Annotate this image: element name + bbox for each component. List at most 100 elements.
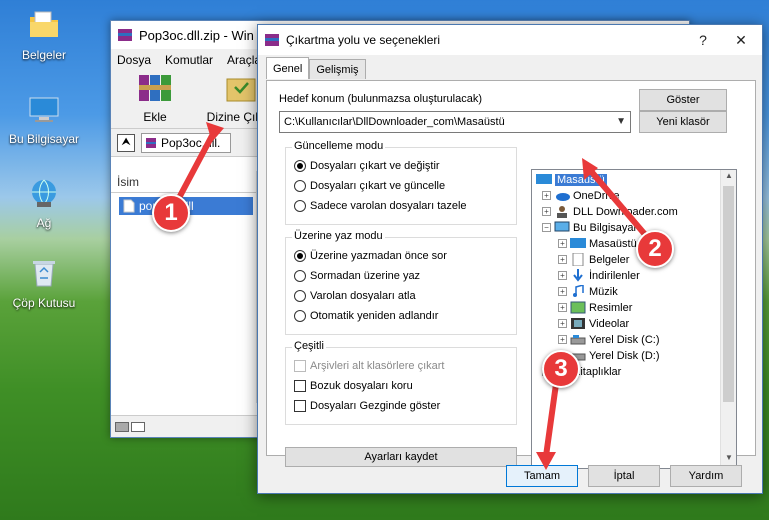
update-mode-title: Güncelleme modu: [292, 140, 386, 152]
address-value: Pop3oc.dll.: [161, 135, 221, 150]
tree-node-onedrive[interactable]: + OneDrive: [542, 189, 619, 202]
overwrite-option-ask[interactable]: Üzerine yazmadan önce sor: [294, 250, 447, 262]
ok-button[interactable]: Tamam: [506, 465, 578, 487]
save-settings-button[interactable]: Ayarları kaydet: [285, 447, 517, 467]
tree-node-label: Yerel Disk (C:): [589, 333, 660, 346]
option-label: Varolan dosyaları atla: [310, 290, 416, 302]
radio-button[interactable]: [294, 180, 306, 192]
tree-node-videos[interactable]: + Videolar: [558, 317, 629, 330]
radio-button[interactable]: [294, 250, 306, 262]
collapse-icon[interactable]: −: [542, 223, 551, 232]
desktop-icon-this-pc[interactable]: Bu Bilgisayar: [6, 92, 82, 146]
computer-icon: [554, 221, 570, 232]
address-field[interactable]: Pop3oc.dll.: [141, 132, 231, 153]
update-option-replace[interactable]: Dosyaları çıkart ve değiştir: [294, 160, 440, 172]
callout-2: 2: [636, 230, 674, 268]
column-header-name[interactable]: İsim: [111, 171, 256, 193]
tree-node-downloads[interactable]: + İndirilenler: [558, 269, 640, 282]
scroll-up-icon[interactable]: ▲: [721, 171, 736, 185]
checkbox[interactable]: [294, 400, 306, 412]
picture-icon: [570, 301, 586, 314]
misc-option-show-explorer[interactable]: Dosyaları Gezginde göster: [294, 400, 440, 412]
tree-node-pictures[interactable]: + Resimler: [558, 301, 632, 314]
expand-icon[interactable]: +: [542, 191, 551, 200]
overwrite-mode-title: Üzerine yaz modu: [292, 230, 385, 242]
document-icon: [572, 253, 584, 266]
add-button[interactable]: Ekle: [123, 71, 187, 124]
tab-advanced[interactable]: Gelişmiş: [309, 59, 366, 79]
tree-scrollbar[interactable]: ▲ ▼: [720, 170, 736, 468]
radio-button[interactable]: [294, 310, 306, 322]
scroll-thumb[interactable]: [723, 186, 734, 402]
cancel-button[interactable]: İptal: [588, 465, 660, 487]
tree-node-label: Masaüstü: [555, 173, 607, 186]
radio-button[interactable]: [294, 270, 306, 282]
overwrite-option-rename[interactable]: Otomatik yeniden adlandır: [294, 310, 438, 322]
download-arrow-icon: [573, 269, 583, 282]
expand-icon[interactable]: +: [558, 255, 567, 264]
desktop-icon-network[interactable]: Ağ: [6, 176, 82, 230]
target-path-combobox[interactable]: C:\Kullanıcılar\DllDownloader_com\Masaüs…: [279, 111, 631, 133]
overwrite-mode-group: Üzerine yaz modu Üzerine yazmadan önce s…: [285, 230, 517, 335]
checkbox[interactable]: [294, 380, 306, 392]
update-option-update[interactable]: Dosyaları çıkart ve güncelle: [294, 180, 445, 192]
tree-node-pc-desktop[interactable]: + Masaüstü: [558, 237, 637, 250]
option-label: Sormadan üzerine yaz: [310, 270, 421, 282]
radio-button[interactable]: [294, 160, 306, 172]
overwrite-option-overwrite[interactable]: Sormadan üzerine yaz: [294, 270, 420, 282]
checkbox[interactable]: [294, 360, 306, 372]
tab-general[interactable]: Genel: [266, 57, 310, 79]
chevron-down-icon[interactable]: ▼: [616, 116, 626, 127]
desktop-icon-label: Ağ: [36, 216, 52, 230]
tree-node-desktop[interactable]: Masaüstü: [536, 173, 607, 186]
winrar-icon: [118, 29, 132, 41]
radio-button[interactable]: [294, 290, 306, 302]
misc-title: Çeşitli: [292, 340, 326, 352]
tree-node-this-pc[interactable]: − Bu Bilgisayar: [542, 221, 637, 234]
menu-item-tools[interactable]: Araçla: [227, 53, 261, 67]
tree-node-label: OneDrive: [573, 189, 620, 202]
tree-node-user[interactable]: + DLL Downloader.com: [542, 205, 678, 218]
tree-node-label: DLL Downloader.com: [573, 205, 678, 218]
radio-button[interactable]: [294, 200, 306, 212]
menu-item-file[interactable]: Dosya: [117, 53, 151, 67]
folder-tree[interactable]: Masaüstü + OneDrive + DLL Downloader.com…: [531, 169, 737, 469]
target-path-value: C:\Kullanıcılar\DllDownloader_com\Masaüs…: [284, 116, 505, 128]
expand-icon[interactable]: +: [558, 287, 567, 296]
menu-item-commands[interactable]: Komutlar: [165, 53, 213, 67]
recycle-bin-icon: [33, 261, 55, 287]
callout-3: 3: [542, 350, 580, 388]
computer-icon: [29, 97, 59, 122]
desktop-icon-documents[interactable]: Belgeler: [6, 8, 82, 62]
expand-icon[interactable]: +: [558, 271, 567, 280]
expand-icon[interactable]: +: [558, 303, 567, 312]
dialog-titlebar[interactable]: Çıkartma yolu ve seçenekleri ? ✕: [258, 25, 762, 55]
show-button[interactable]: Göster: [639, 89, 727, 111]
option-label: Dosyaları çıkart ve güncelle: [310, 180, 446, 192]
desktop-icon-label: Çöp Kutusu: [12, 296, 76, 310]
expand-icon[interactable]: +: [558, 239, 567, 248]
new-folder-button[interactable]: Yeni klasör: [639, 111, 727, 133]
up-folder-icon[interactable]: ⮝: [117, 133, 135, 152]
desktop-icon-recycle-bin[interactable]: Çöp Kutusu: [6, 256, 82, 310]
overwrite-option-skip[interactable]: Varolan dosyaları atla: [294, 290, 416, 302]
option-label: Bozuk dosyaları koru: [310, 380, 413, 392]
help-question-icon[interactable]: ?: [684, 25, 722, 55]
tree-node-drive-c[interactable]: + Yerel Disk (C:): [558, 333, 660, 346]
expand-icon[interactable]: +: [558, 335, 567, 344]
key-icon: [131, 421, 145, 432]
option-label: Dosyaları çıkart ve değiştir: [310, 160, 440, 172]
general-tab-panel: Hedef konum (bulunmazsa oluşturulacak) C…: [266, 80, 756, 469]
help-button[interactable]: Yardım: [670, 465, 742, 487]
misc-option-keep-broken[interactable]: Bozuk dosyaları koru: [294, 380, 413, 392]
close-icon[interactable]: ✕: [722, 25, 760, 55]
expand-icon[interactable]: +: [558, 319, 567, 328]
tree-node-music[interactable]: + Müzik: [558, 285, 618, 298]
dialog-title: Çıkartma yolu ve seçenekleri: [286, 33, 441, 47]
expand-icon[interactable]: +: [542, 207, 551, 216]
misc-option-subfolders[interactable]: Arşivleri alt klasörlere çıkart: [294, 360, 444, 372]
update-option-freshen[interactable]: Sadece varolan dosyaları tazele: [294, 200, 467, 212]
option-label: Sadece varolan dosyaları tazele: [310, 200, 467, 212]
desktop-icon: [536, 174, 552, 184]
tree-node-documents[interactable]: + Belgeler: [558, 253, 629, 266]
